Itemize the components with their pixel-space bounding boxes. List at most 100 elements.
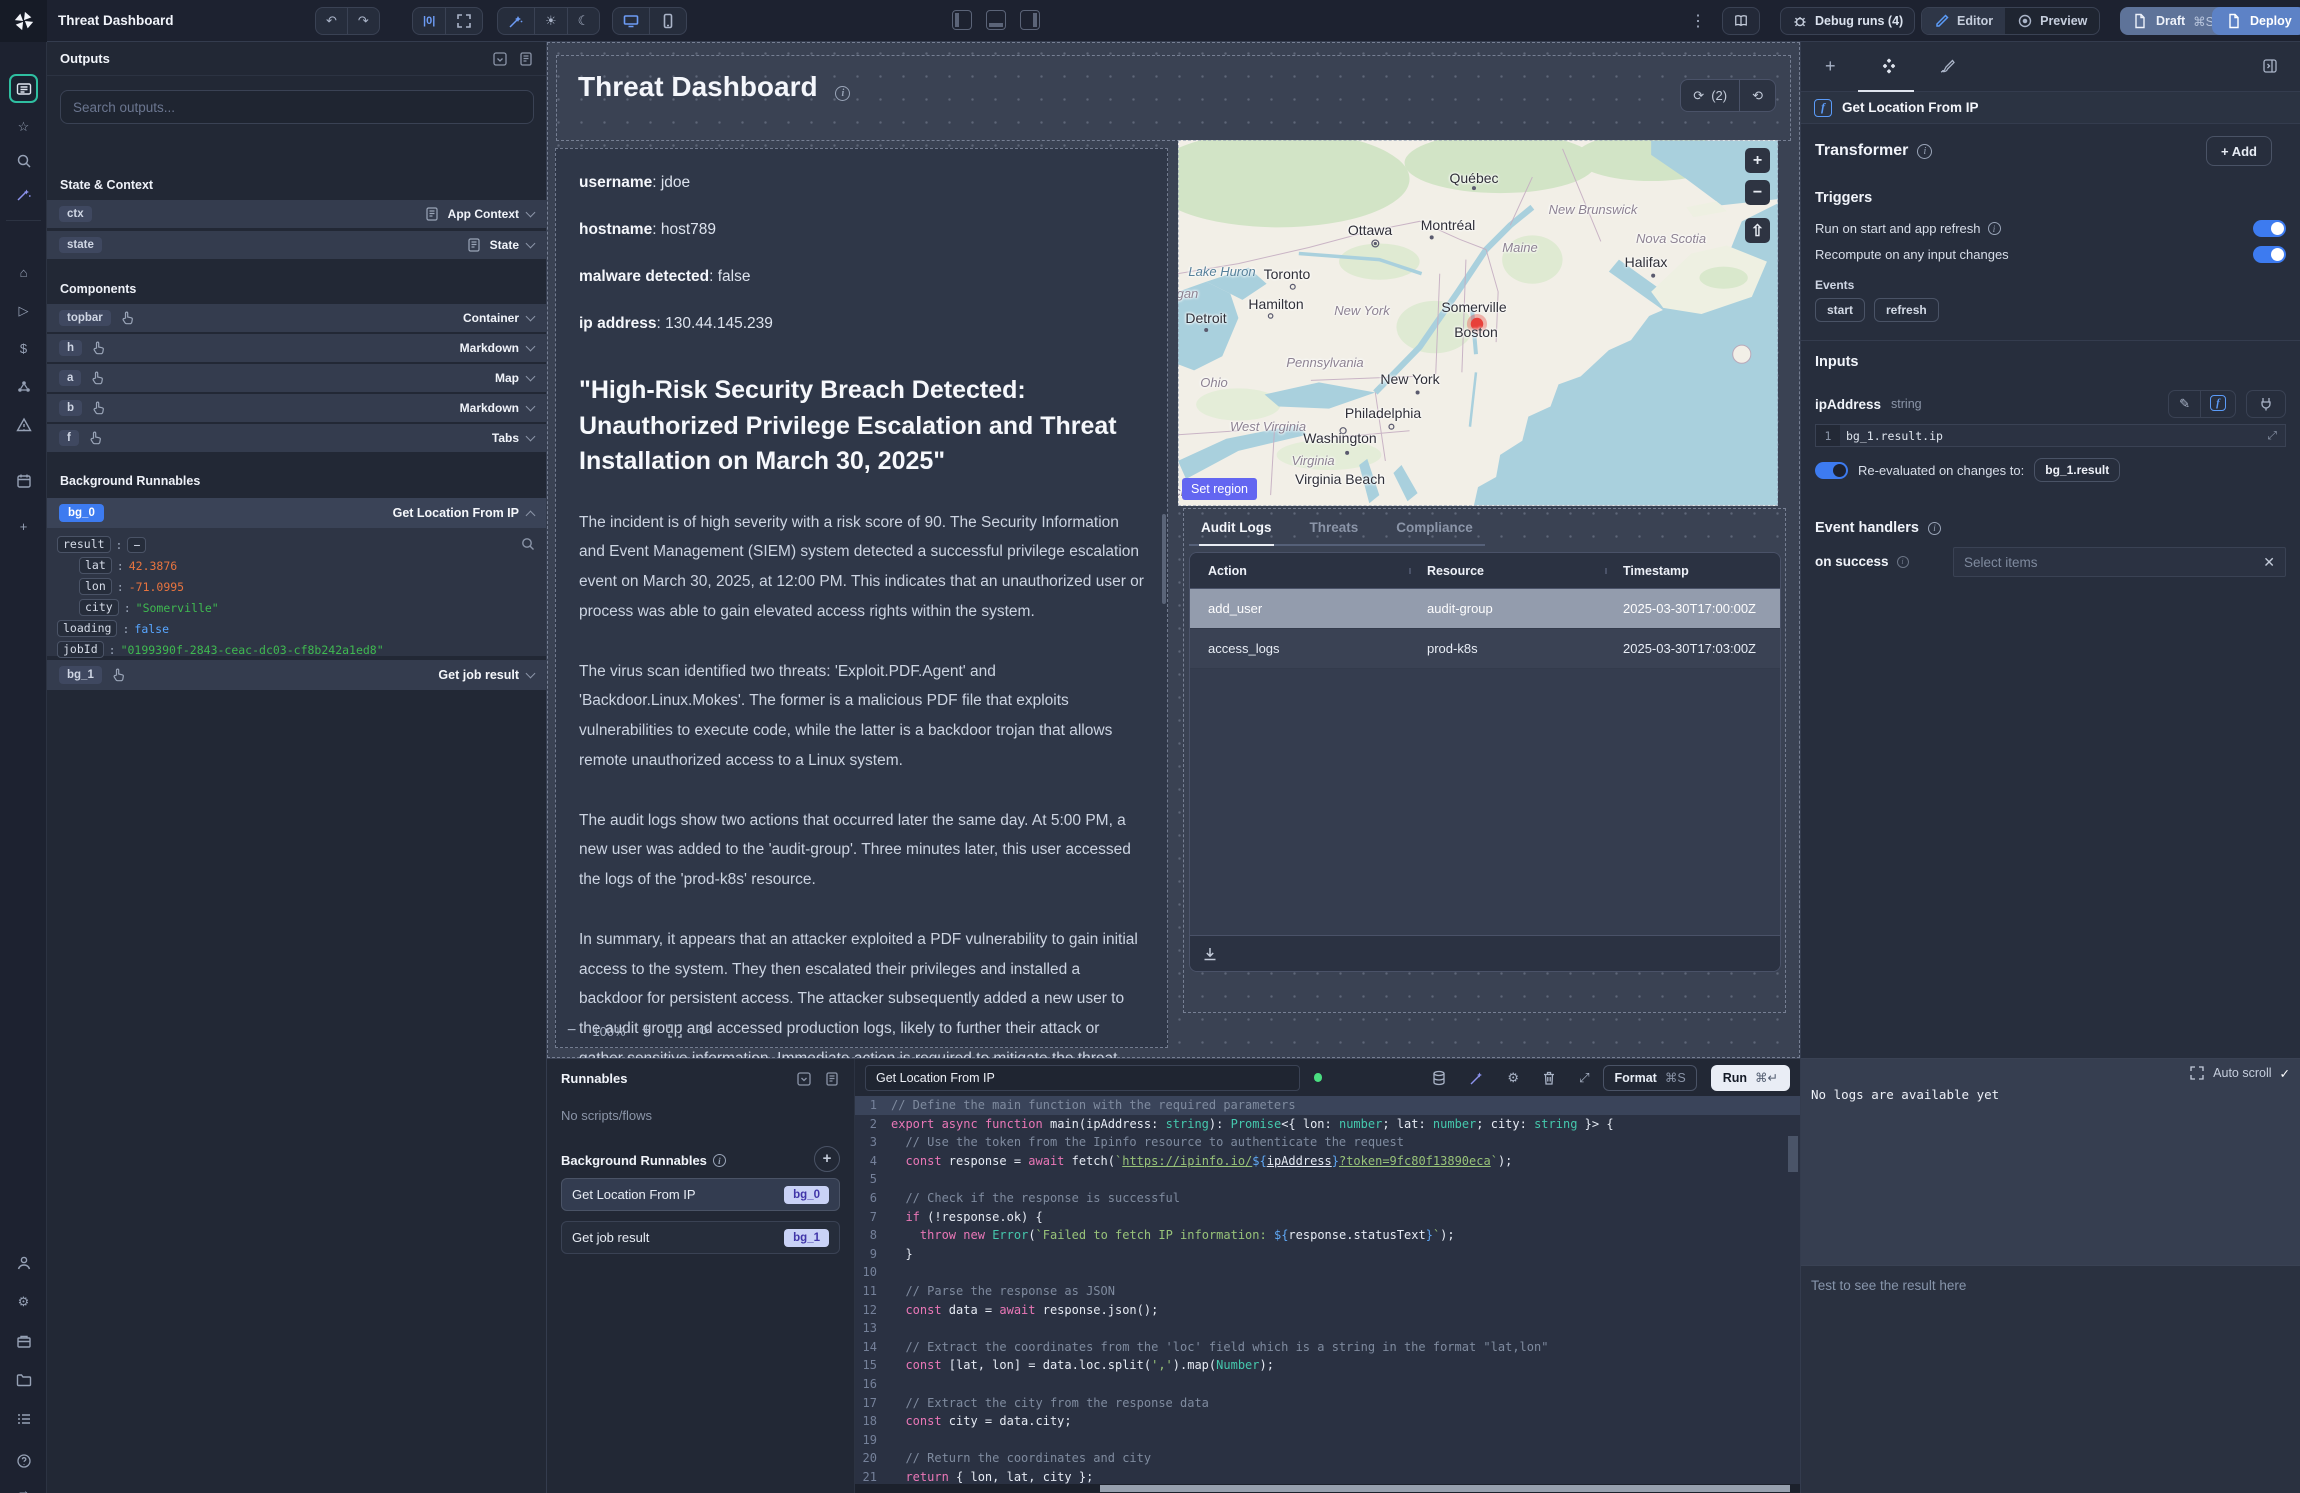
code-line[interactable]: 19	[855, 1431, 1800, 1450]
runnable-item[interactable]: Get Location From IPbg_0	[561, 1178, 840, 1211]
reeval-toggle[interactable]	[1815, 462, 1848, 479]
code-line[interactable]: 14 // Extract the coordinates from the '…	[855, 1338, 1800, 1357]
json-row-lat[interactable]: lat:42.3876	[57, 555, 536, 576]
add-runnable-button[interactable]: +	[814, 1146, 840, 1172]
code-line[interactable]: 10	[855, 1263, 1800, 1282]
settings-gear-icon[interactable]: ⚙	[9, 1287, 38, 1316]
component-row-f[interactable]: fTabs	[47, 424, 546, 452]
code-line[interactable]: 20 // Return the coordinates and city	[855, 1449, 1800, 1468]
zoom-in-icon[interactable]: +	[642, 1022, 651, 1040]
deploy-button[interactable]: Deploy	[2212, 7, 2300, 35]
map-locate-button[interactable]: ⇧	[1745, 218, 1770, 243]
add-transformer-button[interactable]: + Add	[2206, 136, 2272, 166]
code-line[interactable]: 5	[855, 1170, 1800, 1189]
code-line[interactable]: 8 throw new Error(`Failed to fetch IP in…	[855, 1226, 1800, 1245]
windmill-logo-icon[interactable]	[0, 0, 47, 42]
component-row-b[interactable]: bMarkdown	[47, 394, 546, 422]
components-tab-icon[interactable]	[1881, 58, 1897, 74]
autoscroll-checkbox[interactable]: ✓	[2280, 1066, 2290, 1081]
code-line[interactable]: 15 const [lat, lon] = data.loc.split(','…	[855, 1356, 1800, 1375]
insert-plus-tab[interactable]: +	[1825, 56, 1836, 77]
table-row[interactable]: add_useraudit-group2025-03-30T17:00:00Z	[1190, 589, 1780, 629]
code-line[interactable]: 6 // Check if the response is successful	[855, 1189, 1800, 1208]
mobile-view-icon[interactable]	[650, 8, 686, 34]
search-icon[interactable]	[520, 536, 536, 552]
json-row-result[interactable]: result:−	[57, 534, 536, 555]
static-pencil-mode-icon[interactable]: ✎	[2169, 391, 2200, 417]
bg0-row[interactable]: bg_0 Get Location From IP	[47, 498, 546, 528]
tab-editor[interactable]: Editor	[1922, 8, 2005, 34]
dark-mode-icon[interactable]: ☾	[568, 8, 600, 34]
clear-select-icon[interactable]: ✕	[2263, 554, 2275, 571]
panel-right-icon[interactable]	[1020, 10, 1040, 30]
ipaddress-expr-input[interactable]: 1 bg_1.result.ip ⤢	[1815, 424, 2286, 447]
connect-plug-icon[interactable]	[2246, 390, 2286, 418]
run-on-start-toggle[interactable]	[2253, 220, 2286, 237]
code-line[interactable]: 1// Define the main function with the re…	[855, 1096, 1800, 1115]
fullscreen-icon[interactable]	[446, 8, 482, 34]
eval-mode-icon[interactable]: f	[2200, 391, 2235, 417]
schedules-calendar-icon[interactable]	[9, 466, 38, 495]
refresh-button[interactable]: ⟳ (2)	[1681, 80, 1740, 111]
code-line[interactable]: 12 const data = await response.json();	[855, 1301, 1800, 1320]
reeval-target-chip[interactable]: bg_1.result	[2034, 458, 2120, 482]
tab-compliance[interactable]: Compliance	[1394, 512, 1475, 544]
map-zoom-in-button[interactable]: +	[1745, 148, 1770, 173]
draft-button[interactable]: Draft⌘S	[2120, 7, 2226, 35]
outline-toggle-icon[interactable]: |0|	[413, 8, 446, 34]
home-icon[interactable]: ⌂	[9, 258, 38, 287]
database-icon[interactable]	[1431, 1070, 1447, 1086]
run-button[interactable]: Run⌘↵	[1711, 1065, 1790, 1091]
table-row[interactable]: access_logsprod-k8s2025-03-30T17:03:00Z	[1190, 629, 1780, 669]
download-icon[interactable]	[1202, 946, 1218, 962]
json-row-lon[interactable]: lon:-71.0995	[57, 576, 536, 597]
collapse-right-panel-icon[interactable]	[2262, 58, 2278, 74]
user-icon[interactable]	[9, 1248, 38, 1277]
bg1-row[interactable]: bg_1 Get job result	[47, 660, 546, 690]
on-success-select[interactable]: Select items✕	[1953, 547, 2286, 577]
code-line[interactable]: 4 const response = await fetch(`https://…	[855, 1152, 1800, 1171]
map-component[interactable]: QuébecOttawaMontréalNew BrunswickMaineNo…	[1178, 140, 1778, 506]
tab-audit-logs[interactable]: Audit Logs	[1199, 512, 1274, 544]
scrollbar-thumb[interactable]	[1162, 514, 1166, 604]
doc-icon[interactable]	[824, 1071, 840, 1087]
markdown-component[interactable]: username: jdoehostname: host789malware d…	[555, 148, 1168, 1048]
docs-book-icon[interactable]	[1722, 7, 1760, 35]
more-menu-icon[interactable]: ⋮	[1690, 11, 1706, 31]
tab-preview[interactable]: Preview	[2005, 8, 2099, 34]
apps-icon[interactable]	[9, 74, 38, 103]
ai-wand-icon[interactable]	[9, 180, 38, 209]
expand-logs-icon[interactable]	[2189, 1065, 2205, 1081]
fit-view-icon[interactable]	[667, 1023, 683, 1039]
help-icon[interactable]	[9, 1446, 38, 1475]
component-row-h[interactable]: hMarkdown	[47, 334, 546, 362]
json-row-loading[interactable]: loading:false	[57, 618, 536, 639]
expand-editor-icon[interactable]: ⤢	[1579, 1070, 1589, 1086]
logs-list-icon[interactable]	[9, 1404, 38, 1433]
collapse-panel-icon[interactable]	[796, 1071, 812, 1087]
code-line[interactable]: 7 if (!response.ok) {	[855, 1208, 1800, 1227]
map-zoom-out-button[interactable]: −	[1745, 180, 1770, 205]
json-row-city[interactable]: city:"Somerville"	[57, 597, 536, 618]
search-icon[interactable]	[9, 146, 38, 175]
column-header-action[interactable]: Action	[1190, 564, 1409, 578]
component-row-topbar[interactable]: topbarContainer	[47, 304, 546, 332]
code-line[interactable]: 2export async function main(ipAddress: s…	[855, 1115, 1800, 1134]
component-row-a[interactable]: aMap	[47, 364, 546, 392]
runnable-item[interactable]: Get job resultbg_1	[561, 1221, 840, 1254]
settings-gear-icon[interactable]: ⚙	[1507, 1070, 1519, 1086]
runs-play-icon[interactable]: ▷	[9, 296, 38, 325]
json-row-jobId[interactable]: jobId:"0199390f-2843-ceac-dc03-cf8b242a1…	[57, 639, 536, 660]
undo-button[interactable]: ↶	[316, 8, 348, 34]
desktop-view-icon[interactable]	[613, 8, 650, 34]
code-line[interactable]: 18 const city = data.city;	[855, 1412, 1800, 1431]
trash-icon[interactable]	[1541, 1070, 1557, 1086]
workers-box-icon[interactable]	[9, 1326, 38, 1355]
event-chip-refresh[interactable]: refresh	[1874, 298, 1939, 322]
collapse-all-icon[interactable]	[492, 51, 508, 67]
variables-dollar-icon[interactable]: $	[9, 334, 38, 363]
collapse-arrow-icon[interactable]: →	[9, 1476, 38, 1493]
context-row-ctx[interactable]: ctxApp Context	[47, 200, 546, 228]
code-editor[interactable]: 1// Define the main function with the re…	[855, 1096, 1800, 1485]
history-button[interactable]: ⟲	[1740, 80, 1775, 111]
